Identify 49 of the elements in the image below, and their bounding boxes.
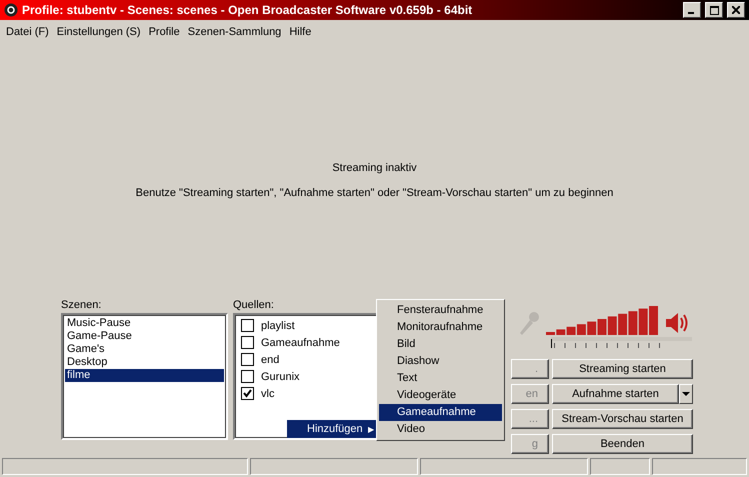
maximize-button[interactable] — [705, 2, 723, 18]
source-checkbox[interactable] — [241, 370, 254, 383]
maximize-icon — [710, 6, 718, 14]
menu-item[interactable]: Szenen-Sammlung — [184, 26, 286, 38]
action-button[interactable]: Streaming starten — [552, 359, 693, 379]
minimize-button[interactable] — [683, 2, 701, 18]
scene-item[interactable]: Music-Pause — [65, 317, 224, 330]
volume-slider-drawing[interactable] — [551, 337, 692, 351]
submenu-item[interactable]: Text — [379, 370, 502, 387]
action-button[interactable]: Stream-Vorschau starten — [552, 409, 693, 429]
scene-item[interactable]: filme — [65, 369, 224, 382]
scene-item[interactable]: Desktop — [65, 356, 224, 369]
speaker-icon[interactable] — [664, 311, 690, 335]
action-button[interactable]: Beenden — [552, 434, 693, 454]
context-menu-item[interactable]: Hinzufügen ▶ — [287, 420, 378, 438]
source-checkbox[interactable] — [241, 353, 254, 366]
menu-item[interactable]: Einstellungen (S) — [52, 26, 145, 38]
menu-item[interactable]: Profile — [144, 26, 184, 38]
submenu-item[interactable]: Fensteraufnahme — [379, 302, 502, 319]
submenu-item[interactable]: Video — [379, 421, 502, 438]
submenu-item[interactable]: Diashow — [379, 353, 502, 370]
submenu-item[interactable]: Monitoraufnahme — [379, 319, 502, 336]
close-icon — [732, 6, 740, 14]
source-checkbox[interactable] — [241, 336, 254, 349]
source-name[interactable]: Gameaufnahme — [261, 336, 340, 348]
app-logo-icon — [4, 3, 18, 17]
scene-item[interactable]: Game's — [65, 343, 224, 356]
menu-item[interactable]: Hilfe — [285, 26, 316, 38]
window-title: Profile: stubentv - Scenes: scenes - Open Broadcaster Software v0.659b - 64bit — [22, 3, 474, 17]
source-name[interactable]: playlist — [261, 320, 295, 332]
submenu-item[interactable]: Bild — [379, 336, 502, 353]
submenu-item[interactable]: Videogeräte — [379, 387, 502, 404]
hint-text: Benutze "Streaming starten", "Aufnahme starten" oder "Stream-Vorschau starten" um zu beginnen — [136, 187, 614, 199]
submenu-item[interactable]: Gameaufnahme — [379, 404, 502, 421]
source-checkbox[interactable] — [241, 319, 254, 332]
menu-item[interactable]: Datei (F) — [2, 26, 53, 38]
record-button[interactable]: Aufnahme starten — [552, 384, 679, 404]
sources-label: Quellen: — [233, 299, 275, 311]
source-name[interactable]: Gurunix — [261, 370, 300, 382]
source-checkbox[interactable] — [241, 387, 254, 400]
source-name[interactable]: vlc — [261, 388, 274, 400]
status-segment — [590, 458, 650, 475]
scene-item[interactable]: Game-Pause — [65, 330, 224, 343]
scenes-label: Szenen: — [61, 299, 102, 311]
dropdown-button[interactable] — [679, 384, 693, 404]
caret-icon — [682, 392, 690, 396]
source-name[interactable]: end — [261, 354, 280, 366]
streaming-status: Streaming inaktiv — [332, 162, 417, 174]
close-button[interactable] — [727, 2, 745, 18]
